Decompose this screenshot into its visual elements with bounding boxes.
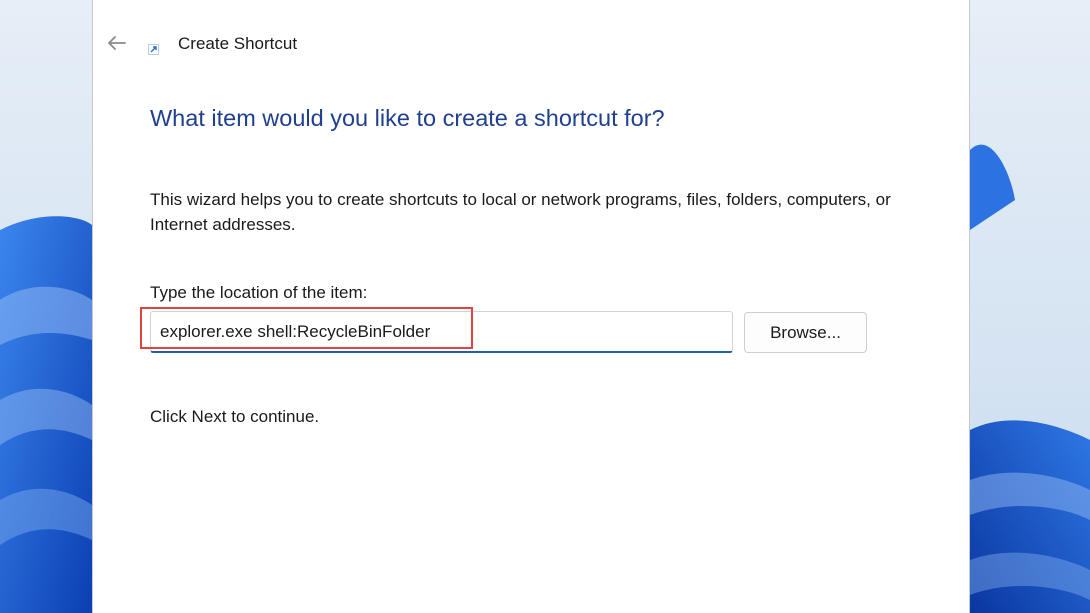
location-input[interactable] [150, 311, 733, 353]
wizard-heading: What item would you like to create a sho… [150, 105, 665, 131]
shortcut-arrow-icon [148, 44, 159, 55]
back-button[interactable] [103, 30, 129, 56]
browse-button[interactable]: Browse... [744, 312, 867, 353]
close-icon[interactable] [939, 0, 955, 3]
create-shortcut-dialog: Create Shortcut What item would you like… [92, 0, 970, 613]
location-label: Type the location of the item: [150, 283, 368, 302]
dialog-title: Create Shortcut [178, 34, 298, 53]
back-arrow-icon [108, 36, 126, 50]
wizard-description: This wizard helps you to create shortcut… [150, 190, 891, 234]
desktop: Create Shortcut What item would you like… [0, 0, 1090, 613]
continue-instruction: Click Next to continue. [150, 407, 320, 426]
